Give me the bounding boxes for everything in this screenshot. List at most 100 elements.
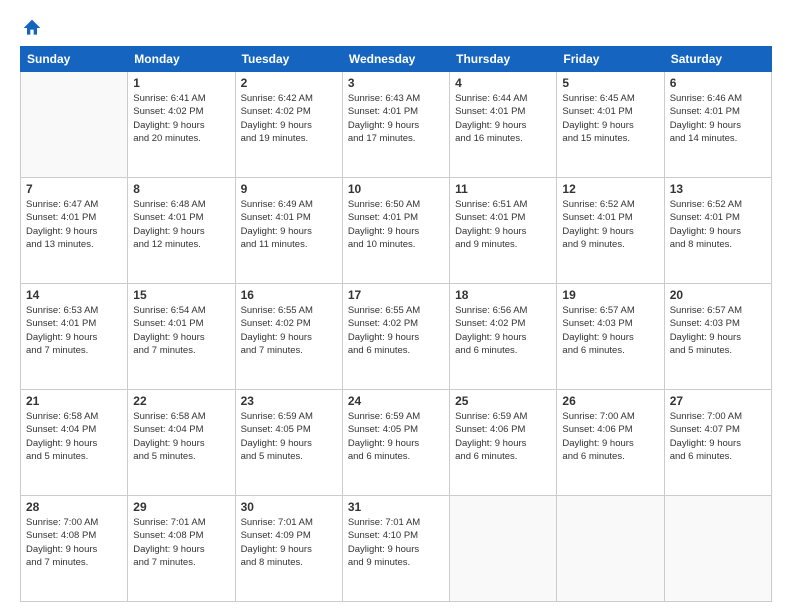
calendar-cell: 22 Sunrise: 6:58 AM Sunset: 4:04 PM Dayli… <box>128 390 235 496</box>
calendar-cell: 20 Sunrise: 6:57 AM Sunset: 4:03 PM Dayli… <box>664 284 771 390</box>
day-number: 11 <box>455 182 551 196</box>
day-number: 25 <box>455 394 551 408</box>
day-number: 14 <box>26 288 122 302</box>
day-info: Sunrise: 6:53 AM Sunset: 4:01 PM Dayligh… <box>26 304 122 357</box>
calendar-cell: 17 Sunrise: 6:55 AM Sunset: 4:02 PM Dayli… <box>342 284 449 390</box>
calendar-cell: 15 Sunrise: 6:54 AM Sunset: 4:01 PM Dayli… <box>128 284 235 390</box>
day-number: 1 <box>133 76 229 90</box>
calendar-cell: 14 Sunrise: 6:53 AM Sunset: 4:01 PM Dayli… <box>21 284 128 390</box>
day-info: Sunrise: 7:01 AM Sunset: 4:10 PM Dayligh… <box>348 516 444 569</box>
weekday-header-row: SundayMondayTuesdayWednesdayThursdayFrid… <box>21 47 772 72</box>
day-number: 19 <box>562 288 658 302</box>
week-row-2: 14 Sunrise: 6:53 AM Sunset: 4:01 PM Dayli… <box>21 284 772 390</box>
day-info: Sunrise: 6:56 AM Sunset: 4:02 PM Dayligh… <box>455 304 551 357</box>
day-info: Sunrise: 7:00 AM Sunset: 4:08 PM Dayligh… <box>26 516 122 569</box>
calendar-cell: 4 Sunrise: 6:44 AM Sunset: 4:01 PM Daylig… <box>450 72 557 178</box>
calendar-cell: 19 Sunrise: 6:57 AM Sunset: 4:03 PM Dayli… <box>557 284 664 390</box>
calendar-cell: 18 Sunrise: 6:56 AM Sunset: 4:02 PM Dayli… <box>450 284 557 390</box>
weekday-header-tuesday: Tuesday <box>235 47 342 72</box>
day-number: 30 <box>241 500 337 514</box>
week-row-0: 1Sunrise: 6:41 AM Sunset: 4:02 PM Daylig… <box>21 72 772 178</box>
calendar-cell: 21 Sunrise: 6:58 AM Sunset: 4:04 PM Dayli… <box>21 390 128 496</box>
day-number: 13 <box>670 182 766 196</box>
calendar-cell: 25 Sunrise: 6:59 AM Sunset: 4:06 PM Dayli… <box>450 390 557 496</box>
day-info: Sunrise: 6:45 AM Sunset: 4:01 PM Dayligh… <box>562 92 658 145</box>
logo <box>20 18 42 36</box>
day-info: Sunrise: 6:55 AM Sunset: 4:02 PM Dayligh… <box>241 304 337 357</box>
day-number: 4 <box>455 76 551 90</box>
calendar-cell: 7 Sunrise: 6:47 AM Sunset: 4:01 PM Daylig… <box>21 178 128 284</box>
day-number: 26 <box>562 394 658 408</box>
day-info: Sunrise: 7:00 AM Sunset: 4:06 PM Dayligh… <box>562 410 658 463</box>
calendar-cell: 11 Sunrise: 6:51 AM Sunset: 4:01 PM Dayli… <box>450 178 557 284</box>
calendar-cell: 12 Sunrise: 6:52 AM Sunset: 4:01 PM Dayli… <box>557 178 664 284</box>
calendar-cell: 16 Sunrise: 6:55 AM Sunset: 4:02 PM Dayli… <box>235 284 342 390</box>
weekday-header-sunday: Sunday <box>21 47 128 72</box>
calendar-cell: 6 Sunrise: 6:46 AM Sunset: 4:01 PM Daylig… <box>664 72 771 178</box>
calendar-cell: 31Sunrise: 7:01 AM Sunset: 4:10 PM Dayli… <box>342 496 449 602</box>
calendar-cell: 10Sunrise: 6:50 AM Sunset: 4:01 PM Dayli… <box>342 178 449 284</box>
calendar-cell: 27 Sunrise: 7:00 AM Sunset: 4:07 PM Dayli… <box>664 390 771 496</box>
page: SundayMondayTuesdayWednesdayThursdayFrid… <box>0 0 792 612</box>
day-info: Sunrise: 6:51 AM Sunset: 4:01 PM Dayligh… <box>455 198 551 251</box>
day-number: 27 <box>670 394 766 408</box>
day-info: Sunrise: 6:59 AM Sunset: 4:05 PM Dayligh… <box>348 410 444 463</box>
day-number: 17 <box>348 288 444 302</box>
day-number: 29 <box>133 500 229 514</box>
day-info: Sunrise: 6:49 AM Sunset: 4:01 PM Dayligh… <box>241 198 337 251</box>
day-info: Sunrise: 6:57 AM Sunset: 4:03 PM Dayligh… <box>562 304 658 357</box>
day-info: Sunrise: 6:42 AM Sunset: 4:02 PM Dayligh… <box>241 92 337 145</box>
day-number: 22 <box>133 394 229 408</box>
calendar-cell: 26 Sunrise: 7:00 AM Sunset: 4:06 PM Dayli… <box>557 390 664 496</box>
day-number: 2 <box>241 76 337 90</box>
day-info: Sunrise: 6:54 AM Sunset: 4:01 PM Dayligh… <box>133 304 229 357</box>
day-number: 8 <box>133 182 229 196</box>
day-info: Sunrise: 6:57 AM Sunset: 4:03 PM Dayligh… <box>670 304 766 357</box>
day-info: Sunrise: 6:43 AM Sunset: 4:01 PM Dayligh… <box>348 92 444 145</box>
calendar-cell: 3 Sunrise: 6:43 AM Sunset: 4:01 PM Daylig… <box>342 72 449 178</box>
calendar-cell: 24 Sunrise: 6:59 AM Sunset: 4:05 PM Dayli… <box>342 390 449 496</box>
day-info: Sunrise: 6:52 AM Sunset: 4:01 PM Dayligh… <box>670 198 766 251</box>
calendar-cell: 5 Sunrise: 6:45 AM Sunset: 4:01 PM Daylig… <box>557 72 664 178</box>
calendar-cell: 28Sunrise: 7:00 AM Sunset: 4:08 PM Dayli… <box>21 496 128 602</box>
day-info: Sunrise: 6:58 AM Sunset: 4:04 PM Dayligh… <box>133 410 229 463</box>
calendar-cell <box>450 496 557 602</box>
day-number: 5 <box>562 76 658 90</box>
day-number: 21 <box>26 394 122 408</box>
weekday-header-friday: Friday <box>557 47 664 72</box>
day-info: Sunrise: 6:58 AM Sunset: 4:04 PM Dayligh… <box>26 410 122 463</box>
day-number: 24 <box>348 394 444 408</box>
day-info: Sunrise: 6:55 AM Sunset: 4:02 PM Dayligh… <box>348 304 444 357</box>
day-number: 23 <box>241 394 337 408</box>
day-number: 12 <box>562 182 658 196</box>
week-row-3: 21 Sunrise: 6:58 AM Sunset: 4:04 PM Dayli… <box>21 390 772 496</box>
week-row-1: 7 Sunrise: 6:47 AM Sunset: 4:01 PM Daylig… <box>21 178 772 284</box>
day-number: 9 <box>241 182 337 196</box>
calendar-cell <box>664 496 771 602</box>
day-number: 6 <box>670 76 766 90</box>
day-number: 20 <box>670 288 766 302</box>
calendar-cell: 8 Sunrise: 6:48 AM Sunset: 4:01 PM Daylig… <box>128 178 235 284</box>
weekday-header-thursday: Thursday <box>450 47 557 72</box>
calendar-cell: 30Sunrise: 7:01 AM Sunset: 4:09 PM Dayli… <box>235 496 342 602</box>
calendar-cell <box>557 496 664 602</box>
calendar-cell: 2 Sunrise: 6:42 AM Sunset: 4:02 PM Daylig… <box>235 72 342 178</box>
day-info: Sunrise: 6:44 AM Sunset: 4:01 PM Dayligh… <box>455 92 551 145</box>
day-info: Sunrise: 7:01 AM Sunset: 4:08 PM Dayligh… <box>133 516 229 569</box>
day-info: Sunrise: 6:48 AM Sunset: 4:01 PM Dayligh… <box>133 198 229 251</box>
day-number: 7 <box>26 182 122 196</box>
day-info: Sunrise: 6:47 AM Sunset: 4:01 PM Dayligh… <box>26 198 122 251</box>
day-number: 3 <box>348 76 444 90</box>
day-info: Sunrise: 7:00 AM Sunset: 4:07 PM Dayligh… <box>670 410 766 463</box>
calendar-cell <box>21 72 128 178</box>
weekday-header-wednesday: Wednesday <box>342 47 449 72</box>
day-number: 15 <box>133 288 229 302</box>
weekday-header-monday: Monday <box>128 47 235 72</box>
day-info: Sunrise: 6:59 AM Sunset: 4:06 PM Dayligh… <box>455 410 551 463</box>
day-info: Sunrise: 6:52 AM Sunset: 4:01 PM Dayligh… <box>562 198 658 251</box>
day-info: Sunrise: 6:46 AM Sunset: 4:01 PM Dayligh… <box>670 92 766 145</box>
calendar-cell: 29 Sunrise: 7:01 AM Sunset: 4:08 PM Dayli… <box>128 496 235 602</box>
day-number: 16 <box>241 288 337 302</box>
day-number: 18 <box>455 288 551 302</box>
calendar-cell: 23Sunrise: 6:59 AM Sunset: 4:05 PM Dayli… <box>235 390 342 496</box>
